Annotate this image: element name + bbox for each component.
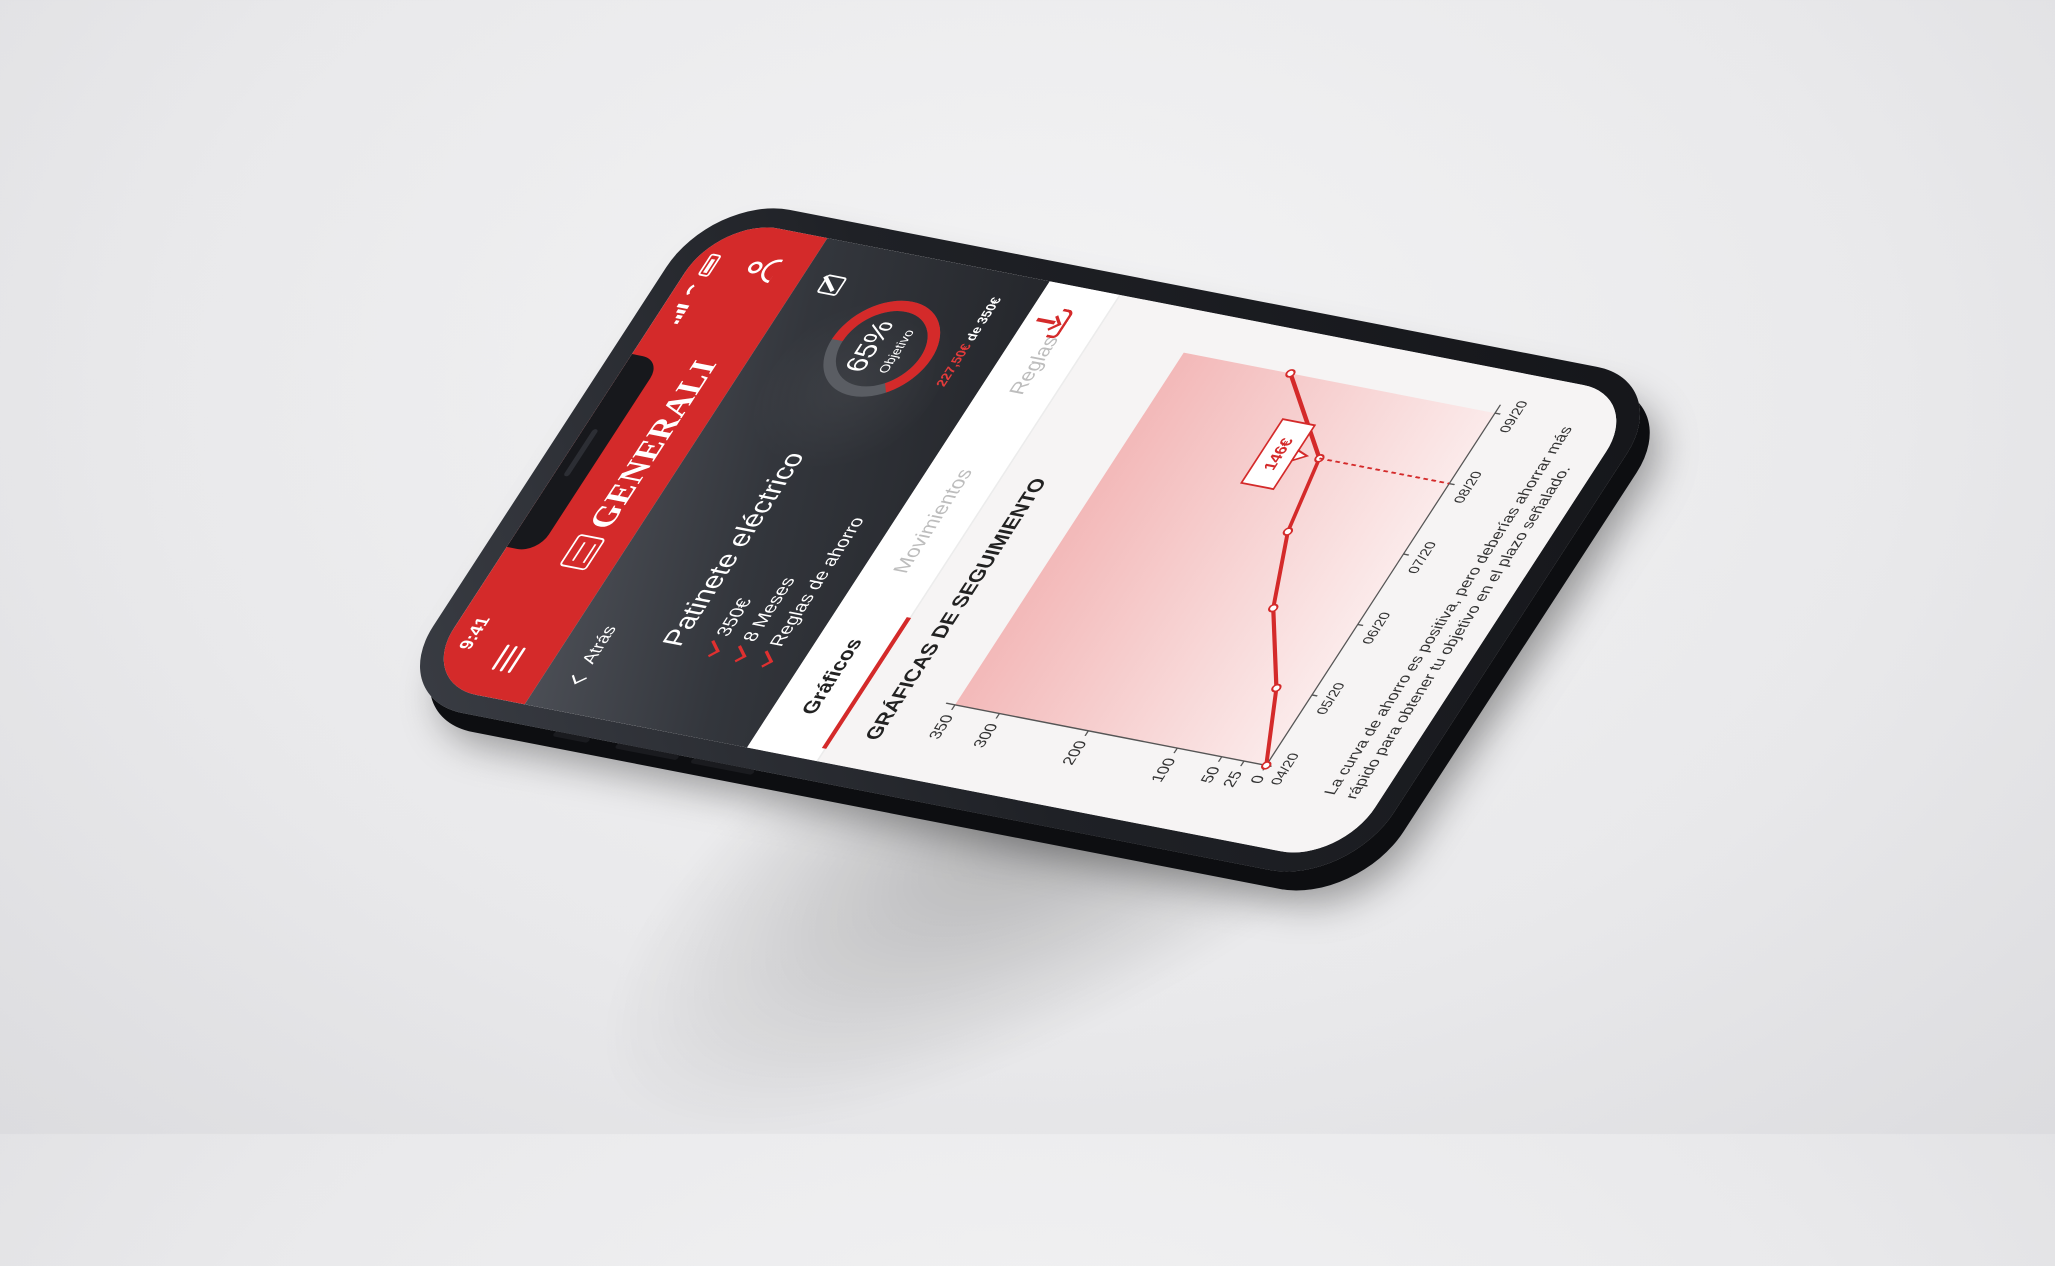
y-tick-label: 100 (1148, 757, 1180, 784)
lion-logo-icon (558, 533, 607, 571)
x-tick-label: 06/20 (1359, 611, 1394, 645)
y-tick-label: 0 (1247, 774, 1269, 785)
x-tick (1357, 623, 1364, 627)
pager-dot[interactable] (1502, 610, 1516, 620)
x-tick (1494, 412, 1501, 415)
user-profile-icon[interactable] (741, 255, 784, 284)
y-tick-label: 300 (970, 722, 1002, 749)
y-tick-label: 25 (1219, 770, 1246, 789)
check-icon (756, 650, 773, 668)
x-tick (1311, 694, 1318, 697)
warning-icon (1425, 827, 1457, 851)
edit-icon[interactable] (816, 274, 848, 297)
x-tick-label: 07/20 (1405, 541, 1440, 575)
check-icon (702, 639, 720, 658)
y-tick-label: 50 (1197, 765, 1224, 784)
status-time: 9:41 (455, 615, 495, 652)
x-tick-label: 09/20 (1497, 400, 1532, 434)
chevron-left-icon (571, 670, 587, 685)
wifi-icon (683, 281, 704, 299)
y-tick (951, 704, 956, 711)
y-tick (995, 713, 1001, 719)
pager-dot-active[interactable] (1481, 642, 1495, 652)
status-icons (667, 253, 723, 325)
y-tick (1217, 756, 1223, 762)
check-icon (729, 645, 747, 663)
y-tick (1240, 760, 1245, 767)
y-tick (1084, 730, 1090, 736)
x-tick-label: 04/20 (1268, 752, 1303, 786)
back-label: Atrás (578, 624, 622, 666)
hamburger-menu-icon[interactable] (491, 644, 527, 674)
x-tick (1448, 482, 1455, 486)
pager-dot[interactable] (1491, 626, 1505, 636)
target-amount: de 350€ (962, 296, 1005, 342)
signal-icon (667, 303, 690, 325)
y-tick-label: 200 (1059, 739, 1091, 766)
x-tick (1403, 553, 1410, 556)
y-tick-label: 350 (925, 713, 957, 740)
x-tick-label: 05/20 (1314, 681, 1349, 715)
x-tick-label: 08/20 (1451, 470, 1486, 504)
back-button[interactable]: Atrás (566, 624, 622, 685)
mute-switch (552, 731, 591, 744)
product-mockup-scene: 9:41 GENERALI Atrás Patinete eléctrico 3… (0, 0, 2055, 1266)
volume-up-button (614, 743, 680, 761)
y-tick (1173, 747, 1178, 754)
battery-icon (697, 253, 723, 278)
